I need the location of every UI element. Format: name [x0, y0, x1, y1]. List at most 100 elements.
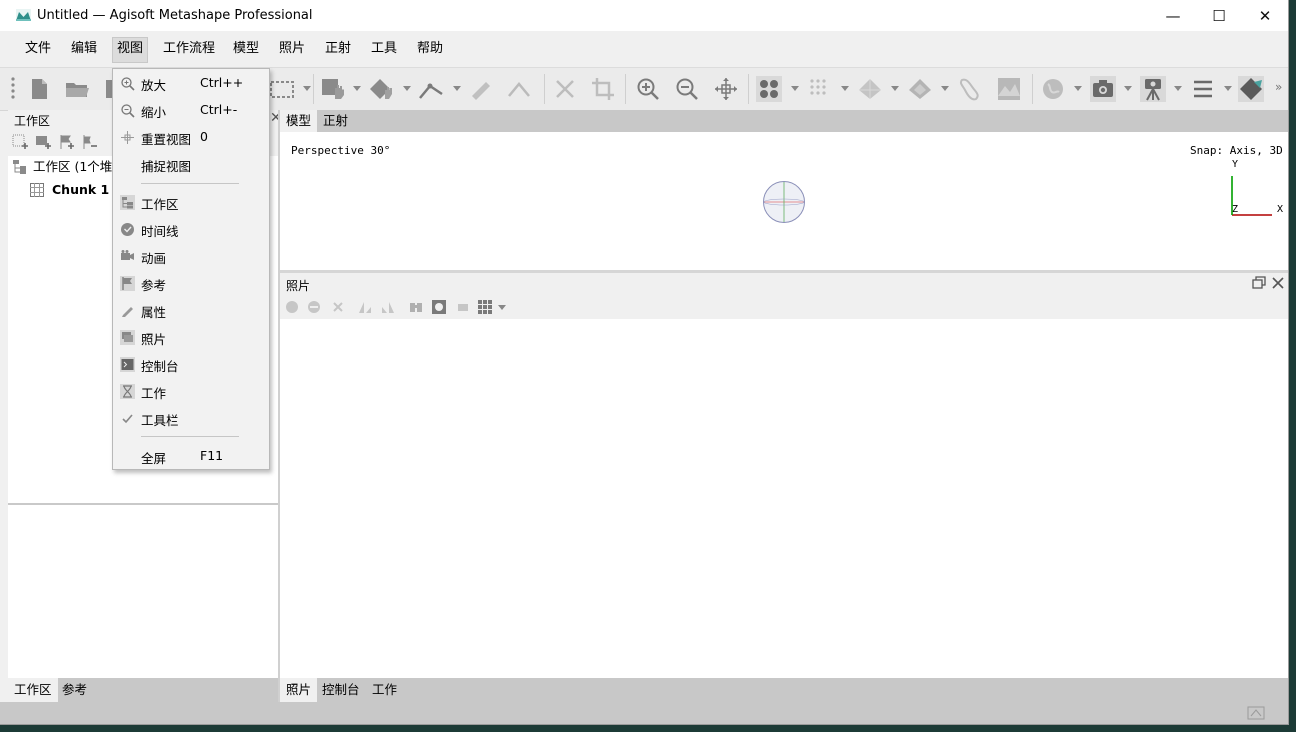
hamburger-menu-icon[interactable] — [1190, 76, 1216, 102]
menu-item-fullscreen[interactable]: 全屏 F11 — [113, 443, 269, 470]
menu-item-capture-view[interactable]: 捕捉视图 — [113, 151, 269, 178]
menu-shortcut: Ctrl++ — [200, 75, 244, 90]
menu-item-animation[interactable]: 动画 — [113, 243, 269, 270]
menu-item-zoom-out[interactable]: 缩小 Ctrl+- — [113, 97, 269, 124]
tab-reference[interactable]: 参考 — [56, 678, 93, 702]
menu-item-photos[interactable]: 照片 — [113, 324, 269, 351]
metashape-logo-icon — [16, 9, 31, 21]
shape-tools-icon[interactable] — [1238, 76, 1264, 102]
menu-ortho[interactable]: 正射 — [321, 37, 355, 61]
reset-view-icon[interactable] — [713, 76, 739, 102]
menu-item-workspace[interactable]: 工作区 — [113, 189, 269, 216]
menu-label: 属性 — [141, 305, 167, 320]
model-viewport[interactable]: Perspective 30° Snap: Axis, 3D Y X Z — [280, 132, 1288, 270]
new-document-icon[interactable] — [26, 76, 52, 102]
rectangle-selection-icon[interactable] — [268, 76, 294, 102]
menu-workflow[interactable]: 工作流程 — [159, 37, 219, 61]
add-photos-icon[interactable] — [35, 134, 51, 150]
point-cloud-icon[interactable] — [756, 76, 782, 102]
chevron-down-icon[interactable] — [353, 86, 361, 91]
disable-camera-icon[interactable] — [306, 299, 322, 315]
camera-icon[interactable] — [1090, 76, 1116, 102]
chevron-down-icon[interactable] — [1174, 86, 1182, 91]
tab-workspace[interactable]: 工作区 — [8, 678, 58, 702]
menu-model[interactable]: 模型 — [229, 37, 263, 61]
maximize-button[interactable]: ☐ — [1196, 0, 1242, 31]
tab-console[interactable]: 控制台 — [316, 678, 366, 702]
chevron-down-icon[interactable] — [1224, 86, 1232, 91]
zoom-out-icon[interactable] — [674, 76, 700, 102]
ruler-angle-icon[interactable] — [418, 76, 444, 102]
close-button[interactable]: ✕ — [1242, 0, 1288, 31]
trackball-icon[interactable] — [762, 180, 806, 224]
mesh-model-icon[interactable] — [857, 76, 883, 102]
filter-binoculars-icon[interactable] — [408, 299, 424, 315]
navigation-hand-icon[interactable] — [320, 76, 346, 102]
mask-icon[interactable] — [431, 299, 447, 315]
menu-item-reset-view[interactable]: 重置视图 0 — [113, 124, 269, 151]
chevron-down-icon[interactable] — [891, 86, 899, 91]
toolbar-grip-icon[interactable] — [10, 76, 16, 102]
panel-divider[interactable] — [8, 503, 278, 505]
tiled-model-icon[interactable] — [957, 76, 983, 102]
point-shape-icon[interactable] — [368, 76, 394, 102]
tab-model[interactable]: 模型 — [280, 110, 318, 132]
menu-help[interactable]: 帮助 — [413, 37, 447, 61]
chevron-down-icon[interactable] — [841, 86, 849, 91]
menu-item-properties[interactable]: 属性 — [113, 297, 269, 324]
add-marker-icon[interactable] — [58, 134, 74, 150]
chevron-down-icon[interactable] — [1124, 86, 1132, 91]
chevron-down-icon[interactable] — [453, 86, 461, 91]
crop-icon[interactable] — [590, 76, 616, 102]
tab-ortho[interactable]: 正射 — [317, 110, 354, 132]
remove-camera-icon[interactable] — [330, 299, 346, 315]
globe-icon[interactable] — [1040, 76, 1066, 102]
open-folder-icon[interactable] — [64, 76, 90, 102]
photos-toolbar — [280, 295, 1288, 319]
reference-icon — [120, 276, 135, 291]
close-icon[interactable] — [1271, 276, 1285, 290]
menu-item-timeline[interactable]: 时间线 — [113, 216, 269, 243]
zoom-out-icon — [121, 104, 135, 118]
tab-photos[interactable]: 照片 — [280, 678, 318, 702]
dense-cloud-icon[interactable] — [807, 76, 833, 102]
tab-jobs[interactable]: 工作 — [366, 678, 403, 702]
chevron-down-icon[interactable] — [498, 305, 506, 310]
zoom-in-icon[interactable] — [635, 76, 661, 102]
menu-item-zoom-in[interactable]: 放大 Ctrl++ — [113, 70, 269, 97]
photos-list-area[interactable] — [280, 319, 1288, 678]
thumbnail-small-icon[interactable] — [455, 299, 471, 315]
menu-tools[interactable]: 工具 — [367, 37, 401, 61]
delete-selection-icon[interactable] — [552, 76, 578, 102]
menu-item-console[interactable]: 控制台 — [113, 351, 269, 378]
ruler-icon[interactable] — [468, 76, 494, 102]
rotate-right-icon[interactable] — [380, 299, 396, 315]
menu-item-jobs[interactable]: 工作 — [113, 378, 269, 405]
menu-photo[interactable]: 照片 — [275, 37, 309, 61]
chevron-down-icon[interactable] — [403, 86, 411, 91]
minimize-icon: — — [1165, 6, 1181, 25]
menu-item-reference[interactable]: 参考 — [113, 270, 269, 297]
menu-view[interactable]: 视图 — [112, 37, 149, 63]
add-chunk-icon[interactable] — [12, 134, 28, 150]
rotate-left-icon[interactable] — [357, 299, 373, 315]
polyline-icon[interactable] — [506, 76, 532, 102]
chevron-down-icon[interactable] — [1074, 86, 1082, 91]
toolbar-overflow-icon[interactable]: » — [1275, 80, 1282, 94]
menu-edit[interactable]: 编辑 — [67, 37, 101, 61]
float-panel-icon[interactable] — [1252, 276, 1266, 290]
enable-camera-icon[interactable] — [284, 299, 300, 315]
minimize-button[interactable]: — — [1150, 0, 1196, 31]
chevron-down-icon[interactable] — [303, 86, 311, 91]
menu-item-toolbar[interactable]: 工具栏 — [113, 405, 269, 432]
camera-tripod-icon[interactable] — [1140, 76, 1166, 102]
chevron-down-icon[interactable] — [791, 86, 799, 91]
grid-view-icon[interactable] — [477, 299, 493, 315]
add-scalebar-icon[interactable] — [81, 134, 97, 150]
chevron-down-icon[interactable] — [941, 86, 949, 91]
status-indicator-icon — [1247, 706, 1265, 720]
textured-model-icon[interactable] — [907, 76, 933, 102]
menu-file[interactable]: 文件 — [21, 37, 55, 61]
dem-icon[interactable] — [996, 76, 1022, 102]
menu-shortcut: 0 — [200, 129, 208, 144]
